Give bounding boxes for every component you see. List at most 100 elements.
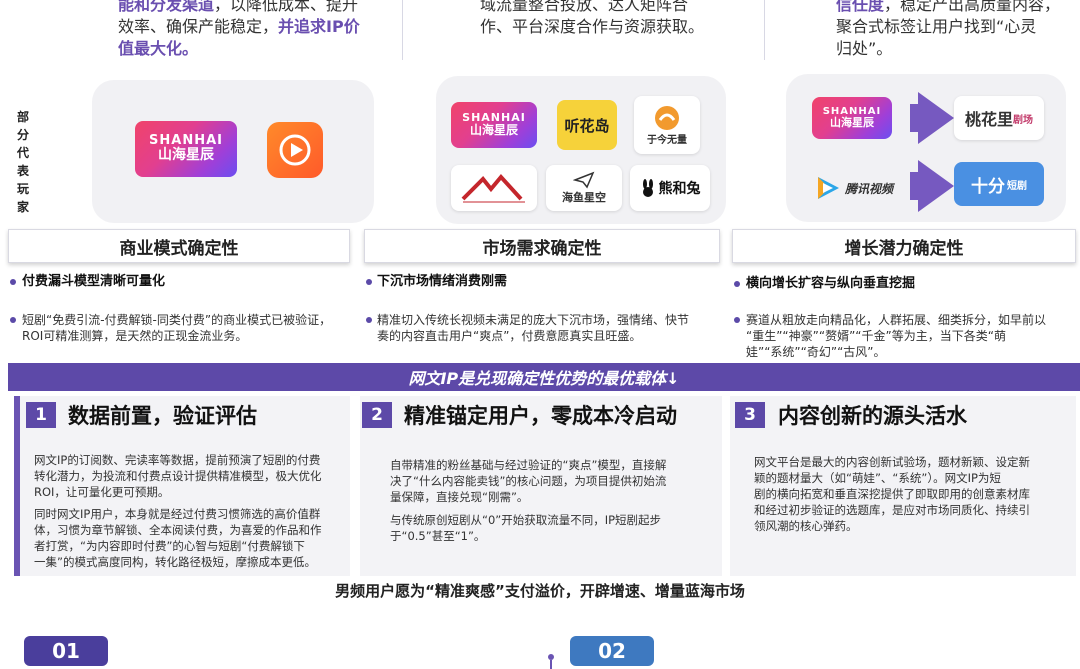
shifen-suffix: 短剧 xyxy=(1007,180,1027,192)
shanhai-logo-zh: 山海星辰 xyxy=(158,147,214,164)
card-1-p2-line: 者打赏，“为内容即时付费”的心智与短剧“付费解锁下 xyxy=(34,539,305,553)
bullet-dot xyxy=(366,279,372,285)
card-2-p2-line: 于“0.5”甚至“1”。 xyxy=(390,529,486,543)
card-3-number: 3 xyxy=(735,402,765,428)
play-icon xyxy=(279,134,311,166)
card-1-p1-line: ROI，让可量化更可预期。 xyxy=(34,485,170,499)
arrow-bar-1 xyxy=(910,104,918,132)
card-3-title: 内容创新的源头活水 xyxy=(778,404,967,428)
card-1-p2-line: 一集”的模式高度同构，转化路径极短，摩擦成本更低。 xyxy=(34,555,316,569)
tengxun-logo: 腾讯视频 xyxy=(806,170,902,206)
card-2-p2-line: 与传统原创短剧从“0”开始获取流量不同，IP短剧起步 xyxy=(390,513,662,527)
bunny-icon xyxy=(642,179,653,197)
tencent-video-icon xyxy=(817,177,839,199)
card-1-para-1: 网文IP的订阅数、完读率等数据，提前预演了短剧的付费 转化潜力，为投流和付费点设… xyxy=(34,452,348,500)
haiyuxingkong-logo: 海鱼星空 xyxy=(546,165,622,211)
card-2-para-2: 与传统原创短剧从“0”开始获取流量不同，IP短剧起步 于“0.5”甚至“1”。 xyxy=(390,512,710,544)
section-2-bold: 下沉市场情绪消费刚需 xyxy=(377,274,508,289)
paper-plane-icon xyxy=(573,171,595,189)
bullet-dot xyxy=(734,317,740,323)
taohuali-logo: 桃花里 剧场 xyxy=(954,96,1044,140)
card-2-para-1: 自带精准的粉丝基础与经过验证的“爽点”模型，直接解 决了“什么内容能卖钱”的核心… xyxy=(390,457,710,505)
card-1-accent xyxy=(14,396,20,576)
xionghetu-text: 熊和兔 xyxy=(658,181,701,197)
top-col1-text: 能和分发渠道，以降低成本、提升 效率、确保产能稳定，并追求IP价 值最大化。 xyxy=(118,0,378,60)
top-col1-line2: 效率、确保产能稳定， xyxy=(118,17,279,36)
section-1-text: 短剧“免费引流-付费解锁-同类付费”的商业模式已被验证， ROI可精准测算，是天… xyxy=(22,312,352,344)
shifen-text: 十分 xyxy=(971,176,1005,197)
top-col3-highlight: 信任度 xyxy=(836,0,885,14)
mountain-icon xyxy=(461,173,525,203)
arrow-bar-2 xyxy=(910,172,918,200)
card-1-para-2: 同时网文IP用户，本身就是经过付费习惯筛选的高价值群 体，习惯为章节解锁、全本阅… xyxy=(34,506,348,570)
top-col3-line3: 归处”。 xyxy=(836,39,893,58)
top-col1-line1: ，以降低成本、提升 xyxy=(214,0,359,14)
yujinwuliang-logo: 于今无量 xyxy=(634,96,700,154)
card-1-title: 数据前置，验证评估 xyxy=(68,404,257,428)
step-pill-02: 02 xyxy=(570,636,654,666)
card-2-p1-line: 自带精准的粉丝基础与经过验证的“爽点”模型，直接解 xyxy=(390,458,667,472)
taohuali-text: 桃花里 xyxy=(964,110,1013,129)
tengxun-text: 腾讯视频 xyxy=(844,181,893,196)
card-3-p1-line: 颖的题材量大（如“萌娃”、“系统”）。网文IP为短 xyxy=(754,471,1001,485)
top-col1-highlight: 能和分发渠道 xyxy=(118,0,215,14)
tinghuadao-logo: 听花岛 xyxy=(557,100,617,150)
players-label: 部分代表玩家 xyxy=(16,110,29,214)
card-3-p1-line: 剧的横向拓宽和垂直深挖提供了即取即用的创意素材库 xyxy=(754,487,1030,501)
section-3-text: 赛道从粗放走向精品化，人群拓展、细类拆分，如早前以 “重生”“神豪”“赘婿”“千… xyxy=(746,312,1078,360)
arrow-right-icon-2 xyxy=(918,160,954,212)
card-3-para-1: 网文平台是最大的内容创新试验场，题材新颖、设定新 颖的题材量大（如“萌娃”、“系… xyxy=(754,454,1064,534)
card-1-p2-line: 同时网文IP用户，本身就是经过付费习惯筛选的高价值群 xyxy=(34,507,321,521)
yujinwuliang-mark-icon xyxy=(655,105,679,130)
card-1-p2-line: 体，习惯为章节解锁、全本阅读付费，为喜爱的作品和作 xyxy=(34,523,322,537)
play-app-icon xyxy=(267,122,323,178)
mountain-logo xyxy=(451,165,537,211)
section-1-text-line1: 短剧“免费引流-付费解锁-同类付费”的商业模式已被验证， xyxy=(22,313,332,327)
top-col3-line1: ，稳定产出高质量内容， xyxy=(884,0,1061,14)
top-col2-line1: 域流量整合投放、达人矩阵合 xyxy=(480,0,689,14)
top-col2-text: 域流量整合投放、达人矩阵合 作、平台深度合作与资源获取。 xyxy=(480,0,740,38)
card-1-p1-line: 转化潜力，为投流和付费点设计提供精准模型，极大优化 xyxy=(34,469,322,483)
section-1-text-line2: ROI可精准测算，是天然的正现金流业务。 xyxy=(22,329,248,343)
bullet-dot xyxy=(734,281,740,287)
arrow-right-icon xyxy=(918,92,954,144)
top-col1-line3: 值最大化。 xyxy=(118,39,199,58)
yujinwuliang-text: 于今无量 xyxy=(647,134,687,146)
step-pill-01: 01 xyxy=(24,636,108,666)
section-header-market-demand: 市场需求确定性 xyxy=(364,229,720,263)
section-3-bold: 横向增长扩容与纵向垂直挖掘 xyxy=(746,276,916,291)
card-2-p1-line: 量保障，直接兑现“刚需”。 xyxy=(390,490,529,504)
card-2-title: 精准锚定用户，零成本冷启动 xyxy=(404,404,677,428)
xionghetu-logo: 熊和兔 xyxy=(630,165,710,211)
card-2-number: 2 xyxy=(362,402,392,428)
shanhai-logo-2: SHANHAI 山海星辰 xyxy=(451,102,537,148)
shanhai-logo-3: SHANHAI 山海星辰 xyxy=(812,97,892,139)
taohuali-suffix: 剧场 xyxy=(1013,114,1033,126)
shanhai-logo-2-zh: 山海星辰 xyxy=(469,123,518,138)
card-2-p1-line: 决了“什么内容能卖钱”的核心问题，为项目提供初始流 xyxy=(390,474,667,488)
top-divider-2 xyxy=(764,0,765,60)
bullet-dot xyxy=(10,279,16,285)
card-1-p1-line: 网文IP的订阅数、完读率等数据，提前预演了短剧的付费 xyxy=(34,453,321,467)
bullet-dot xyxy=(10,317,16,323)
top-divider-1 xyxy=(402,0,403,60)
section-3-text-line1: 赛道从粗放走向精品化，人群拓展、细类拆分，如早前以 xyxy=(746,313,1047,327)
section-3-text-line2: “重生”“神豪”“赘婿”“千金”等为主，当下各类“萌 xyxy=(746,329,1006,343)
top-col1-highlight2: 并追求IP价 xyxy=(278,17,360,36)
section-2-text-line2: 奏的内容直击用户“爽点”，付费意愿真实且旺盛。 xyxy=(377,329,642,343)
timeline-line xyxy=(550,660,552,669)
section-header-growth-potential: 增长潜力确定性 xyxy=(732,229,1076,263)
top-col3-text: 信任度，稳定产出高质量内容， 聚合式标签让用户找到“心灵 归处”。 xyxy=(836,0,1076,60)
section-header-business-model: 商业模式确定性 xyxy=(8,229,350,263)
card-3-p1-line: 领风潮的核心弹药。 xyxy=(754,519,858,533)
top-col2-line2: 作、平台深度合作与资源获取。 xyxy=(480,17,705,36)
section-1-bold: 付费漏斗模型清晰可量化 xyxy=(22,274,166,289)
ip-carrier-banner: 网文IP是兑现确定性优势的最优载体↓ xyxy=(8,363,1080,391)
section-3-text-line3: 娃”“系统”“奇幻”“古风”。 xyxy=(746,345,886,359)
shifen-logo: 十分 短剧 xyxy=(954,162,1044,206)
section-2-text-line1: 精准切入传统长视频未满足的庞大下沉市场，强情绪、快节 xyxy=(377,313,690,327)
shanhai-logo-3-zh: 山海星辰 xyxy=(830,116,874,130)
bullet-dot xyxy=(366,317,372,323)
section-2-text: 精准切入传统长视频未满足的庞大下沉市场，强情绪、快节 奏的内容直击用户“爽点”，… xyxy=(377,312,717,344)
top-col3-line2: 聚合式标签让用户找到“心灵 xyxy=(836,17,1037,36)
